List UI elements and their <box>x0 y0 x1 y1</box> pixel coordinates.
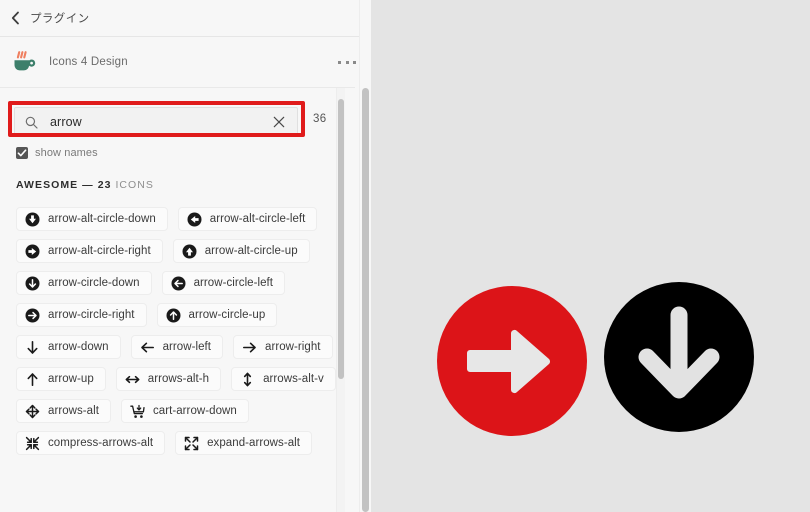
icon-chip[interactable]: arrow-alt-circle-right <box>16 239 163 263</box>
arrow-circle-left-icon <box>171 276 186 290</box>
icon-set-name: AWESOME <box>16 179 79 191</box>
icon-chip-label: arrow-down <box>48 341 109 353</box>
icon-set-header: AWESOME — 23 ICONS <box>16 179 154 191</box>
icon-chip-label: compress-arrows-alt <box>48 437 154 449</box>
icon-chip-label: arrow-alt-circle-left <box>209 213 306 225</box>
arrow-circle-up-icon <box>166 308 181 322</box>
back-bar-label: プラグイン <box>30 13 90 25</box>
icon-chip[interactable]: arrow-circle-down <box>16 271 152 295</box>
icon-chip[interactable]: arrow-up <box>16 367 106 391</box>
icon-chip[interactable]: cart-arrow-down <box>120 399 249 423</box>
icon-chip[interactable]: arrow-circle-right <box>16 303 147 327</box>
canvas-icon-group <box>370 0 810 512</box>
arrow-circle-down-large-icon <box>638 306 720 399</box>
icon-chip-label: expand-arrows-alt <box>207 437 300 449</box>
chevron-left-icon[interactable] <box>11 11 20 25</box>
arrow-circle-down-icon <box>25 276 40 290</box>
arrow-alt-circle-right-large-icon <box>467 329 551 394</box>
icon-chip-label: arrow-circle-right <box>48 309 135 321</box>
icon-chip-label: cart-arrow-down <box>152 405 237 417</box>
panel-body: 36 show names AWESOME — 23 ICONS arrow-a… <box>0 87 355 512</box>
icon-chip[interactable]: arrow-down <box>16 335 121 359</box>
show-names-checkbox[interactable] <box>16 147 28 159</box>
search-icon <box>25 116 38 129</box>
show-names-option[interactable]: show names <box>16 147 98 159</box>
search-input[interactable] <box>50 115 267 129</box>
plugin-panel: プラグイン Icons 4 Design arrow 36 show names… <box>0 0 370 512</box>
icon-chip-label: arrow-left <box>162 341 212 353</box>
icon-set-unit: ICONS <box>115 179 154 191</box>
icon-chip-label: arrows-alt-h <box>147 373 210 385</box>
compress-arrows-alt-icon <box>25 436 40 450</box>
arrows-alt-v-icon <box>243 372 252 386</box>
show-names-label: show names <box>35 147 98 159</box>
icon-chip-label: arrow-circle-left <box>193 277 274 289</box>
icon-results-list: arrow-alt-circle-down arrow-alt-circle-le… <box>16 207 336 455</box>
icon-chip[interactable]: arrows-alt <box>16 399 111 423</box>
icon-set-count: 23 <box>97 179 112 191</box>
panel-list-scrollbar-thumb[interactable] <box>338 99 344 379</box>
close-icon[interactable] <box>273 116 285 128</box>
icon-chip-label: arrow-alt-circle-up <box>204 245 298 257</box>
canvas-icon-arrow-circle-down[interactable] <box>604 282 754 432</box>
icon-chip[interactable]: arrow-circle-left <box>161 271 286 295</box>
arrow-alt-circle-up-icon <box>182 244 197 258</box>
arrow-right-icon <box>243 341 256 352</box>
arrow-up-icon <box>27 372 38 386</box>
icon-chip-label: arrow-alt-circle-down <box>48 213 156 225</box>
more-horizontal-icon[interactable] <box>336 53 358 71</box>
icon-chip[interactable]: arrow-alt-circle-down <box>16 207 168 231</box>
expand-arrows-alt-icon <box>184 436 199 450</box>
canvas-icon-arrow-alt-circle-right[interactable] <box>437 286 587 436</box>
panel-scrollbar-thumb[interactable] <box>362 88 369 512</box>
icon-chip-label: arrow-up <box>48 373 94 385</box>
design-canvas[interactable] <box>370 0 810 512</box>
back-bar[interactable]: プラグイン <box>0 0 370 37</box>
icon-set-separator: — <box>82 179 94 191</box>
icon-chip-label: arrow-alt-circle-right <box>48 245 151 257</box>
search-result-count: 36 <box>313 113 327 125</box>
coffee-cup-icon <box>14 51 36 71</box>
icon-chip[interactable]: arrow-alt-circle-left <box>177 207 318 231</box>
check-icon <box>17 149 27 157</box>
plugin-window: プラグイン Icons 4 Design arrow 36 show names… <box>0 0 810 512</box>
icon-chip[interactable]: compress-arrows-alt <box>16 431 166 455</box>
arrows-alt-icon <box>25 404 40 418</box>
icon-chip-label: arrow-right <box>265 341 321 353</box>
icon-chip[interactable]: arrow-left <box>130 335 224 359</box>
arrow-down-icon <box>27 340 38 354</box>
icon-chip[interactable]: expand-arrows-alt <box>175 431 312 455</box>
arrow-alt-circle-left-icon <box>187 212 202 226</box>
arrows-alt-h-icon <box>125 375 140 383</box>
icon-chip-label: arrow-circle-down <box>48 277 140 289</box>
icon-chip[interactable]: arrow-right <box>233 335 333 359</box>
plugin-header: Icons 4 Design <box>0 38 370 86</box>
icon-chip[interactable]: arrow-alt-circle-up <box>172 239 310 263</box>
arrow-left-icon <box>140 342 154 353</box>
icon-chip[interactable]: arrows-alt-v <box>231 367 336 391</box>
icon-chip-label: arrows-alt-v <box>263 373 324 385</box>
cart-arrow-down-icon <box>130 404 145 418</box>
icon-chip-label: arrows-alt <box>48 405 99 417</box>
icon-chip[interactable]: arrows-alt-h <box>115 367 222 391</box>
arrow-alt-circle-down-icon <box>25 212 40 226</box>
arrow-alt-circle-right-icon <box>25 244 40 258</box>
search-field[interactable] <box>14 107 298 137</box>
plugin-name: Icons 4 Design <box>49 56 128 68</box>
panel-scrollbar[interactable] <box>359 0 371 512</box>
icon-chip[interactable]: arrow-circle-up <box>156 303 278 327</box>
icon-chip-label: arrow-circle-up <box>188 309 266 321</box>
arrow-circle-right-icon <box>25 308 40 322</box>
panel-list-scrollbar[interactable] <box>336 88 345 512</box>
